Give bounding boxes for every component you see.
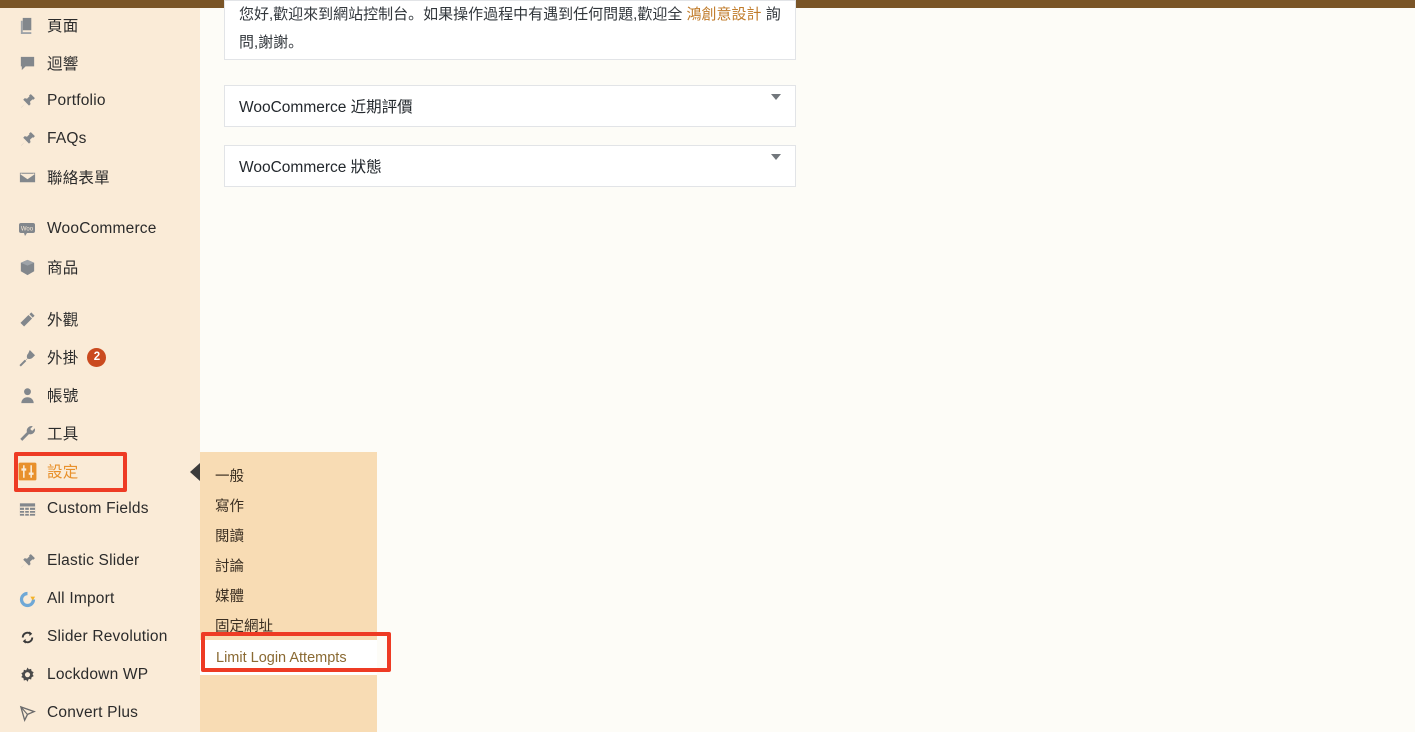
plug-icon	[12, 347, 42, 367]
envelope-icon	[12, 167, 42, 187]
sidebar-item-label: Convert Plus	[47, 704, 139, 721]
woocommerce-status-panel[interactable]: WooCommerce 狀態	[224, 145, 796, 187]
sidebar-item-label: WooCommerce	[47, 220, 157, 237]
sidebar-item-label: Custom Fields	[47, 500, 149, 517]
welcome-text-before: 您好,歡迎來到網站控制台。如果操作過程中有遇到任何問題,歡迎全	[239, 6, 683, 23]
sidebar-item-settings[interactable]: 設定	[0, 452, 200, 490]
pin-icon	[12, 551, 42, 571]
box-icon	[12, 257, 42, 277]
submenu-item-label: Limit Login Attempts	[216, 649, 347, 666]
menu-separator	[0, 196, 200, 210]
sidebar-item-label: FAQs	[47, 130, 87, 147]
sidebar-item-lockdown-wp[interactable]: Lockdown WP	[0, 656, 200, 694]
menu-separator	[0, 528, 200, 542]
woocommerce-recent-reviews-panel[interactable]: WooCommerce 近期評價	[224, 85, 796, 127]
sidebar-item-elastic-slider[interactable]: Elastic Slider	[0, 542, 200, 580]
sidebar-item-label: All Import	[47, 590, 115, 607]
submenu-item-label: 討論	[215, 558, 244, 575]
refresh-circle-icon	[12, 627, 42, 647]
sidebar-item-label: Lockdown WP	[47, 666, 149, 683]
pin-icon	[12, 91, 42, 111]
menu-separator	[0, 286, 200, 300]
submenu-item-limit-login-attempts[interactable]: Limit Login Attempts	[200, 640, 377, 675]
gear-icon	[12, 665, 42, 685]
submenu-item-permalinks[interactable]: 固定網址	[200, 610, 377, 640]
sidebar-item-users[interactable]: 帳號	[0, 376, 200, 414]
sidebar-item-contact-form[interactable]: 聯絡表單	[0, 158, 200, 196]
wp-admin-screen: 頁面 迴響 Portfolio FAQs 聯絡表單 Woo WooCommerc…	[0, 0, 1415, 732]
submenu-item-label: 一般	[215, 468, 244, 485]
woocommerce-icon: Woo	[12, 219, 42, 239]
sidebar-item-woocommerce[interactable]: Woo WooCommerce	[0, 210, 200, 248]
sidebar-item-label: 頁面	[47, 18, 79, 35]
svg-text:Woo: Woo	[21, 227, 34, 233]
wrench-icon	[12, 423, 42, 443]
badge-count: 2	[93, 351, 101, 363]
sidebar-item-products[interactable]: 商品	[0, 248, 200, 286]
sidebar-item-label: 迴響	[47, 56, 79, 73]
sidebar-item-label: 設定	[47, 464, 79, 481]
sidebar-item-label: 外掛	[47, 350, 79, 367]
sidebar-item-label: 外觀	[47, 312, 79, 329]
sidebar-item-appearance[interactable]: 外觀	[0, 300, 200, 338]
sidebar-item-slider-revolution[interactable]: Slider Revolution	[0, 618, 200, 656]
dashboard-content: 您好,歡迎來到網站控制台。如果操作過程中有遇到任何問題,歡迎全 鴻創意設計 詢問…	[200, 0, 1415, 732]
settings-sliders-icon	[12, 461, 42, 481]
submenu-pointer-arrow	[190, 463, 200, 481]
sidebar-item-tools[interactable]: 工具	[0, 414, 200, 452]
sidebar-item-portfolio[interactable]: Portfolio	[0, 82, 200, 120]
sidebar-item-label: Elastic Slider	[47, 552, 140, 569]
submenu-item-writing[interactable]: 寫作	[200, 490, 377, 520]
sidebar-item-label: Portfolio	[47, 92, 106, 109]
chevron-down-icon[interactable]	[771, 154, 781, 172]
brush-icon	[12, 309, 42, 329]
sidebar-item-label: 聯絡表單	[47, 170, 110, 187]
welcome-message: 您好,歡迎來到網站控制台。如果操作過程中有遇到任何問題,歡迎全 鴻創意設計 詢問…	[239, 1, 781, 57]
user-icon	[12, 385, 42, 405]
sidebar-item-label: 工具	[47, 426, 79, 443]
sidebar-item-label: 帳號	[47, 388, 79, 405]
submenu-item-media[interactable]: 媒體	[200, 580, 377, 610]
panel-title: WooCommerce 狀態	[239, 159, 382, 176]
welcome-panel: 您好,歡迎來到網站控制台。如果操作過程中有遇到任何問題,歡迎全 鴻創意設計 詢問…	[224, 0, 796, 60]
sidebar-item-label: Slider Revolution	[47, 628, 168, 645]
sidebar-item-all-import[interactable]: All Import	[0, 580, 200, 618]
submenu-item-reading[interactable]: 閱讀	[200, 520, 377, 550]
sidebar-item-pages[interactable]: 頁面	[0, 8, 200, 44]
submenu-item-label: 閱讀	[215, 528, 244, 545]
sidebar-item-label: 商品	[47, 260, 79, 277]
submenu-item-general[interactable]: 一般	[200, 460, 377, 490]
pin-icon	[12, 129, 42, 149]
sidebar-item-convert-plus[interactable]: Convert Plus	[0, 694, 200, 732]
all-import-logo-icon	[12, 589, 42, 609]
table-grid-icon	[12, 499, 42, 519]
admin-sidebar-menu: 頁面 迴響 Portfolio FAQs 聯絡表單 Woo WooCommerc…	[0, 8, 200, 732]
designer-link[interactable]: 鴻創意設計	[687, 6, 762, 23]
submenu-item-label: 寫作	[215, 498, 244, 515]
paper-plane-icon	[12, 703, 42, 723]
comment-bubble-icon	[12, 53, 42, 73]
settings-submenu: 一般 寫作 閱讀 討論 媒體 固定網址 Limit Login Attempts	[200, 452, 377, 732]
sidebar-item-plugins[interactable]: 外掛 2	[0, 338, 200, 376]
submenu-item-label: 媒體	[215, 588, 244, 605]
sidebar-item-faqs[interactable]: FAQs	[0, 120, 200, 158]
chevron-down-icon[interactable]	[771, 94, 781, 112]
panel-title: WooCommerce 近期評價	[239, 99, 413, 116]
plugin-update-badge: 2	[87, 347, 107, 367]
sidebar-item-custom-fields[interactable]: Custom Fields	[0, 490, 200, 528]
sidebar-item-comments[interactable]: 迴響	[0, 44, 200, 82]
submenu-item-label: 固定網址	[215, 618, 273, 635]
submenu-item-discussion[interactable]: 討論	[200, 550, 377, 580]
pages-icon	[12, 15, 42, 35]
